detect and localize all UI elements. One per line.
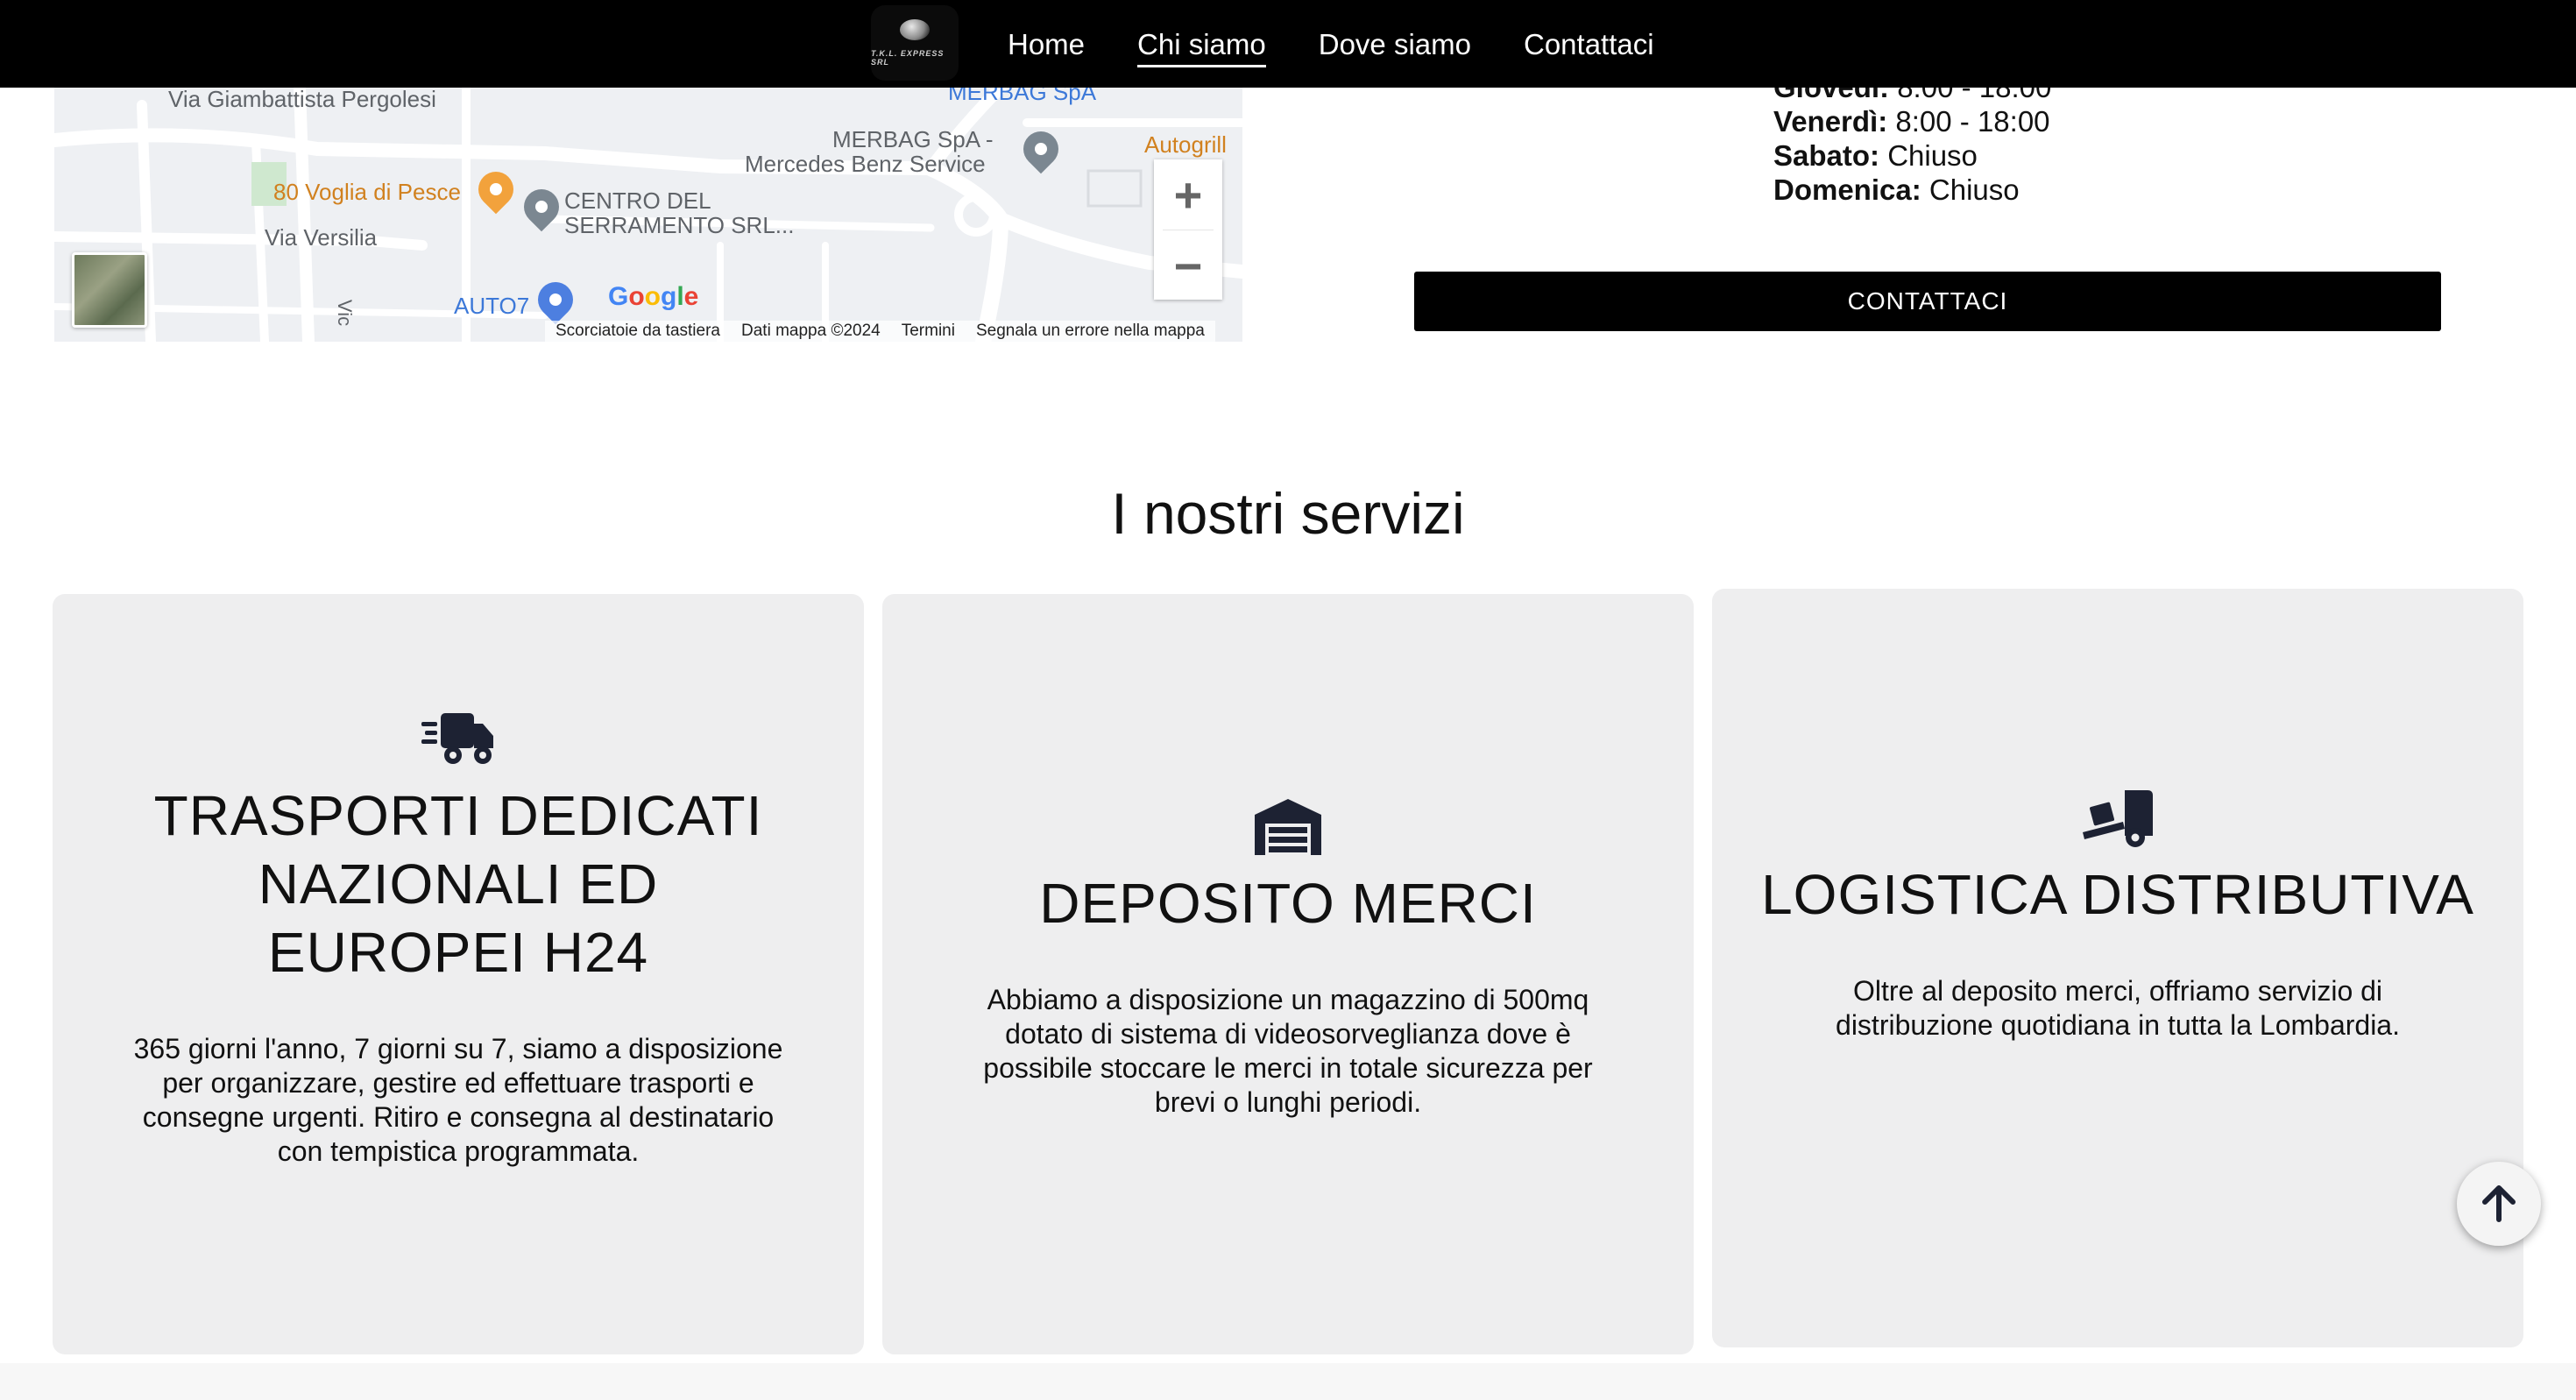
map-label-merbag-top: MERBAG SpA xyxy=(948,88,1097,105)
map-label-voglia-pesce: 80 Voglia di Pesce xyxy=(273,179,461,205)
zoom-in-button[interactable]: + xyxy=(1154,159,1222,230)
company-logo[interactable]: T.K.L. EXPRESS SRL xyxy=(871,5,959,81)
map-label-merbag: MERBAG SpA - xyxy=(832,126,994,152)
truck-fast-icon xyxy=(421,708,495,771)
service-description: Abbiamo a disposizione un magazzino di 5… xyxy=(983,984,1593,1118)
google-map[interactable]: Via Giambattista Pergolesi MERBAG SpA ME… xyxy=(54,88,1242,342)
terms-link[interactable]: Termini xyxy=(902,322,955,341)
hours-day: Sabato: xyxy=(1773,139,1880,172)
scroll-to-top-button[interactable] xyxy=(2457,1162,2541,1246)
opening-hours: Giovedì: 8:00 - 18:00 Venerdì: 8:00 - 18… xyxy=(1773,70,2051,207)
service-title: DEPOSITO MERCI xyxy=(1039,872,1537,935)
footer-edge xyxy=(0,1363,2576,1400)
map-label-auto7: AUTO7 xyxy=(454,293,530,319)
nav-links: Home Chi siamo Dove siamo Contattaci xyxy=(1008,0,1654,88)
map-attribution: Scorciatoie da tastiera Dati mappa ©2024… xyxy=(545,321,1215,342)
service-card-storage: DEPOSITO MERCI Abbiamo a disposizione un… xyxy=(882,594,1694,1354)
hours-row: Domenica: Chiuso xyxy=(1773,173,2051,207)
hours-time: Chiuso xyxy=(1928,173,2020,206)
google-logo: Google xyxy=(608,282,699,311)
logo-text: T.K.L. EXPRESS SRL xyxy=(871,49,945,67)
hours-day: Domenica: xyxy=(1773,173,1921,206)
service-card-logistics: LOGISTICA DISTRIBUTIVA Oltre al deposito… xyxy=(1712,589,2523,1347)
map-label-autogrill: Autogrill xyxy=(1144,131,1227,158)
hours-row: Venerdì: 8:00 - 18:00 xyxy=(1773,104,2051,138)
map-label-via-versilia: Via Versilia xyxy=(265,224,378,251)
zoom-out-button[interactable]: − xyxy=(1154,230,1222,301)
logo-globe-icon xyxy=(900,19,930,40)
service-title: TRASPORTI DEDICATI NAZIONALI ED EUROPEI … xyxy=(153,784,763,984)
map-zoom-controls: + − xyxy=(1154,159,1222,300)
hours-time: Chiuso xyxy=(1887,139,1978,172)
service-description: Oltre al deposito merci, offriamo serviz… xyxy=(1836,975,2400,1041)
nav-link-chi-siamo[interactable]: Chi siamo xyxy=(1137,30,1266,67)
report-error-link[interactable]: Segnala un errore nella mappa xyxy=(976,322,1205,341)
contact-button[interactable]: CONTATTACI xyxy=(1414,272,2441,331)
map-label-vic: Vic xyxy=(334,299,357,327)
keyboard-shortcuts-link[interactable]: Scorciatoie da tastiera xyxy=(556,322,720,341)
hours-row: Sabato: Chiuso xyxy=(1773,138,2051,173)
service-title: LOGISTICA DISTRIBUTIVA xyxy=(1761,863,2474,926)
truck-ramp-box-icon xyxy=(2081,787,2155,850)
map-label-mercedes: Mercedes Benz Service xyxy=(745,151,986,177)
map-label-centro-1: CENTRO DEL xyxy=(564,187,711,214)
top-navbar: T.K.L. EXPRESS SRL Home Chi siamo Dove s… xyxy=(0,0,2576,88)
hours-time: 8:00 - 18:00 xyxy=(1895,105,2050,138)
hours-day: Venerdì: xyxy=(1773,105,1888,138)
nav-link-home[interactable]: Home xyxy=(1008,30,1085,59)
map-label-centro-2: SERRAMENTO SRL... xyxy=(564,212,795,238)
nav-link-contattaci[interactable]: Contattaci xyxy=(1524,30,1654,59)
service-card-transport: TRASPORTI DEDICATI NAZIONALI ED EUROPEI … xyxy=(53,594,864,1354)
arrow-up-icon xyxy=(2482,1185,2516,1222)
nav-link-dove-siamo[interactable]: Dove siamo xyxy=(1319,30,1471,59)
services-title: I nostri servizi xyxy=(1111,481,1465,546)
map-data-text: Dati mappa ©2024 xyxy=(741,322,881,340)
service-description: 365 giorni l'anno, 7 giorni su 7, siamo … xyxy=(133,1033,783,1167)
satellite-toggle-button[interactable] xyxy=(72,252,147,328)
map-label-street: Via Giambattista Pergolesi xyxy=(168,88,436,112)
warehouse-icon xyxy=(1251,795,1325,859)
